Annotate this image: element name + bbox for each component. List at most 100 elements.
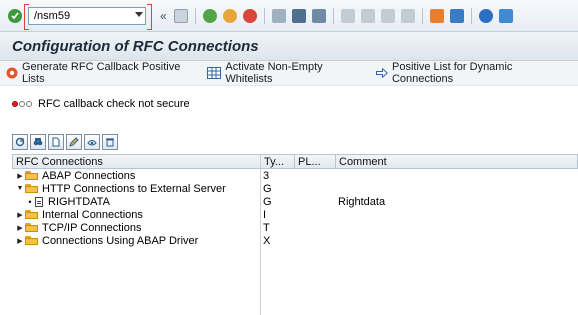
generate-icon: [6, 67, 18, 79]
folder-icon: [25, 210, 38, 219]
generate-callback-lists-button[interactable]: Generate RFC Callback Positive Lists: [6, 61, 195, 85]
find-icon[interactable]: [30, 134, 46, 150]
refresh-icon[interactable]: [12, 134, 28, 150]
delete-icon[interactable]: [102, 134, 118, 150]
expand-arrow-icon[interactable]: ▶: [15, 211, 25, 219]
status-line: RFC callback check not secure: [12, 98, 190, 110]
tree-node-label: ABAP Connections: [42, 169, 136, 182]
application-toolbar: Generate RFC Callback Positive Lists Act…: [0, 61, 578, 86]
tree-toolbar: [12, 134, 120, 150]
pl-cell: [294, 208, 335, 221]
column-header-pl[interactable]: PL...: [295, 155, 336, 168]
folder-open-icon: [25, 184, 38, 193]
tree-row-rightdata[interactable]: • RIGHTDATA G Rightdata: [12, 195, 578, 208]
type-cell: 3: [263, 169, 270, 182]
document-icon: [35, 196, 43, 207]
comment-cell: [335, 208, 578, 221]
comment-cell: [335, 221, 578, 234]
tree-node-label: TCP/IP Connections: [42, 221, 142, 234]
positive-list-dynamic-label: Positive List for Dynamic Connections: [391, 61, 513, 85]
tree-node-label: Internal Connections: [42, 208, 143, 221]
leaf-bullet-icon: •: [28, 196, 32, 207]
tree-node-label: Connections Using ABAP Driver: [42, 234, 199, 247]
shortcut-icon[interactable]: [449, 8, 464, 23]
tree-row-tcpip[interactable]: ▶ TCP/IP Connections T: [12, 221, 578, 234]
title-bar: Configuration of RFC Connections: [0, 32, 578, 61]
main-content: RFC callback check not secure RFC Connec…: [0, 86, 578, 315]
type-cell: G: [263, 182, 272, 195]
find-icon[interactable]: [291, 8, 306, 23]
positive-list-dynamic-button[interactable]: Positive List for Dynamic Connections: [375, 61, 566, 85]
pl-cell: [294, 234, 335, 247]
tree-row-internal[interactable]: ▶ Internal Connections I: [12, 208, 578, 221]
toolbar-separator: [470, 7, 472, 24]
status-text: RFC callback check not secure: [38, 98, 190, 110]
expand-arrow-icon[interactable]: ▶: [15, 237, 25, 245]
page-title: Configuration of RFC Connections: [12, 37, 259, 55]
collapse-arrow-icon[interactable]: ▼: [15, 185, 25, 192]
column-header-comment[interactable]: Comment: [336, 155, 577, 168]
display-icon[interactable]: [84, 134, 100, 150]
folder-icon: [25, 171, 38, 180]
find-next-icon[interactable]: [311, 8, 326, 23]
pl-cell: [294, 221, 335, 234]
first-page-icon[interactable]: [340, 8, 355, 23]
generate-callback-lists-label: Generate RFC Callback Positive Lists: [22, 61, 181, 85]
arrow-right-icon: [375, 68, 388, 78]
comment-cell: Rightdata: [338, 195, 386, 208]
pl-cell: [294, 169, 335, 182]
collapse-command-field-icon[interactable]: «: [160, 9, 167, 23]
traffic-light-red: [12, 101, 18, 107]
next-page-icon[interactable]: [380, 8, 395, 23]
traffic-light-icon: [12, 101, 33, 107]
type-cell: T: [263, 221, 270, 234]
tree-header: RFC Connections Ty... PL... Comment: [12, 154, 578, 169]
activate-grid-icon: [207, 67, 222, 79]
traffic-light-off: [19, 101, 25, 107]
last-page-icon[interactable]: [400, 8, 415, 23]
create-icon[interactable]: [48, 134, 64, 150]
tree-column-divider[interactable]: [260, 154, 261, 315]
activate-whitelists-button[interactable]: Activate Non-Empty Whitelists: [207, 61, 364, 85]
command-field-wrapper: [24, 3, 152, 30]
command-field[interactable]: [28, 6, 146, 25]
expand-arrow-icon[interactable]: ▶: [15, 224, 25, 232]
traffic-light-off: [26, 101, 32, 107]
help-icon[interactable]: [478, 8, 493, 23]
toolbar-separator: [332, 7, 334, 24]
toolbar-separator: [194, 7, 196, 24]
command-history-dropdown-icon[interactable]: [135, 11, 143, 17]
toolbar-separator: [263, 7, 265, 24]
enter-icon[interactable]: [8, 8, 22, 23]
tree-row-abap-driver[interactable]: ▶ Connections Using ABAP Driver X: [12, 234, 578, 247]
folder-icon: [25, 236, 38, 245]
tree-row-http[interactable]: ▼ HTTP Connections to External Server G: [12, 182, 578, 195]
comment-cell: [335, 182, 578, 195]
folder-icon: [25, 223, 38, 232]
previous-page-icon[interactable]: [360, 8, 375, 23]
toolbar-separator: [421, 7, 423, 24]
comment-cell: [335, 169, 578, 182]
new-session-icon[interactable]: [429, 8, 444, 23]
print-icon[interactable]: [271, 8, 286, 23]
save-icon[interactable]: [173, 8, 188, 23]
comment-cell: [335, 234, 578, 247]
command-field-highlight-right: [147, 3, 152, 30]
tree-node-label: RIGHTDATA: [48, 195, 110, 208]
tree-row-abap[interactable]: ▶ ABAP Connections 3: [12, 169, 578, 182]
expand-arrow-icon[interactable]: ▶: [15, 172, 25, 180]
pl-cell: [294, 195, 335, 208]
system-toolbar: «: [0, 0, 578, 32]
exit-icon[interactable]: [222, 8, 237, 23]
change-icon[interactable]: [66, 134, 82, 150]
back-icon[interactable]: [202, 8, 217, 23]
column-header-type[interactable]: Ty...: [261, 155, 295, 168]
pl-cell: [294, 182, 335, 195]
column-header-rfc-connections[interactable]: RFC Connections: [13, 155, 261, 168]
type-cell: G: [263, 195, 272, 208]
cancel-icon[interactable]: [242, 8, 257, 23]
tree-node-label: HTTP Connections to External Server: [42, 182, 226, 195]
activate-whitelists-label: Activate Non-Empty Whitelists: [225, 61, 323, 85]
rfc-connections-tree: RFC Connections Ty... PL... Comment ▶ ABA…: [12, 154, 578, 247]
customize-layout-icon[interactable]: [498, 8, 513, 23]
